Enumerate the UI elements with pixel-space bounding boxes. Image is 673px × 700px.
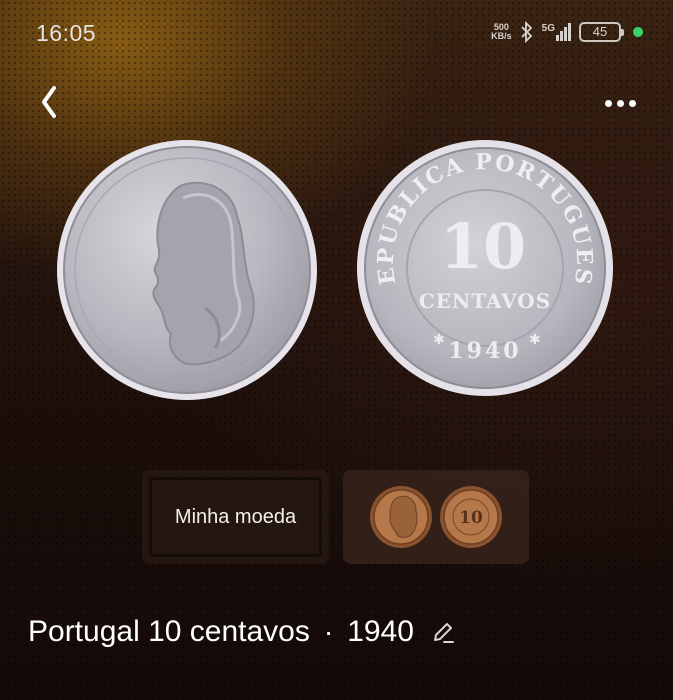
pencil-icon[interactable] [430,619,456,645]
coin-image-view[interactable]: REPUBLICA PORTUGUESA 10 CENTAVOS 1940 ✱ … [0,138,673,408]
star-icon: ✱ [529,331,541,347]
status-icons: 500 KB/s 5G 45 [491,21,643,43]
my-coin-thumbnail[interactable]: Minha moeda [142,470,329,564]
reference-obverse-image [370,486,432,548]
star-icon: ✱ [433,331,445,347]
coin-title-row: Portugal 10 centavos · 1940 [28,615,456,649]
more-dot [629,99,636,107]
coin-reverse-image: REPUBLICA PORTUGUESA 10 CENTAVOS 1940 ✱ … [355,138,613,396]
bluetooth-icon [521,21,532,43]
reference-coin-thumbnail[interactable]: 10 [343,470,529,564]
reference-reverse-image: 10 [440,486,502,548]
title-separator: · [323,616,334,647]
more-dot [617,99,624,107]
battery-indicator: 45 [579,22,624,42]
signal-icon: 5G [542,23,571,41]
coin-title: Portugal 10 centavos [28,615,310,648]
back-button[interactable] [36,80,66,124]
coin-obverse-image [57,140,317,400]
my-coin-label: Minha moeda [149,477,322,557]
more-horizontal-icon [605,99,612,107]
chevron-left-icon [42,86,56,118]
more-options-button[interactable] [605,94,641,112]
coin-year: 1940 [347,615,414,648]
status-time: 16:05 [36,20,97,46]
net-speed: 500 KB/s [491,23,512,41]
status-bar: 16:05 500 KB/s 5G 45 [0,0,673,70]
privacy-indicator-dot [633,27,643,37]
reference-reverse-value: 10 [459,508,483,528]
network-type: 5G [541,23,555,34]
image-thumbnails: Minha moeda 10 [142,470,529,564]
coin-reverse-unit: CENTAVOS [419,289,551,313]
coin-reverse-value: 10 [440,210,526,283]
coin-reverse-year: 1940 [448,338,521,364]
net-speed-unit: KB/s [491,31,512,41]
